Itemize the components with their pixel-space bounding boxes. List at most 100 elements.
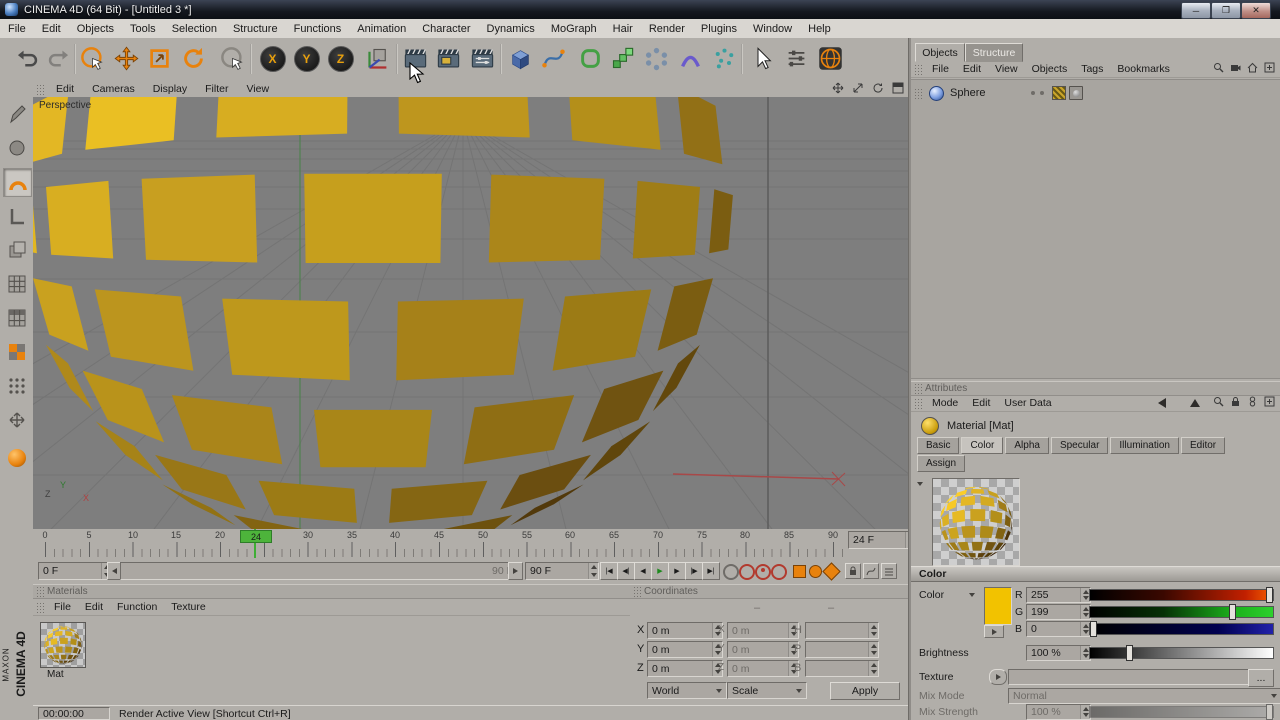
slider-knob[interactable] — [1266, 587, 1273, 603]
brush-tool-icon[interactable] — [3, 134, 30, 161]
menu-animation[interactable]: Animation — [349, 19, 414, 38]
tab-structure[interactable]: Structure — [965, 43, 1023, 62]
history-back-icon[interactable] — [1158, 398, 1166, 408]
viewport-rotate-icon[interactable] — [872, 82, 884, 97]
lock-icon[interactable] — [1230, 396, 1241, 410]
attr-menu-userdata[interactable]: User Data — [997, 395, 1058, 411]
layers-icon[interactable] — [3, 236, 30, 263]
viewport-menu-display[interactable]: Display — [144, 81, 196, 97]
particles-icon[interactable] — [707, 41, 742, 76]
render-to-picture-viewer-icon[interactable] — [431, 41, 466, 76]
om-menu-edit[interactable]: Edit — [956, 61, 988, 77]
dot-matrix-icon[interactable] — [3, 372, 30, 399]
menu-window[interactable]: Window — [745, 19, 800, 38]
new-panel-icon[interactable] — [1264, 396, 1275, 410]
tab-assign[interactable]: Assign — [917, 455, 966, 472]
minimize-button[interactable]: ─ — [1181, 2, 1211, 19]
coord-rotation-h-field[interactable] — [805, 622, 879, 639]
viewport-menu-filter[interactable]: Filter — [196, 81, 237, 97]
viewport-label[interactable]: Perspective — [39, 100, 91, 111]
tab-editor[interactable]: Editor — [1181, 437, 1226, 454]
goto-start-button[interactable]: |◀ — [600, 562, 618, 580]
menu-render[interactable]: Render — [641, 19, 693, 38]
home-icon[interactable] — [1247, 62, 1258, 76]
viewport-menu-cameras[interactable]: Cameras — [83, 81, 144, 97]
previous-key-button[interactable]: ◀| — [617, 562, 635, 580]
corner-spline-icon[interactable] — [3, 202, 30, 229]
object-row-sphere[interactable]: Sphere — [911, 85, 1280, 101]
key-rotation-icon[interactable] — [822, 562, 841, 581]
texture-tag-icon[interactable] — [1052, 86, 1067, 100]
undo-icon[interactable] — [10, 41, 45, 76]
sphere-object-icon[interactable] — [929, 85, 944, 101]
mix-mode-dropdown[interactable]: Normal — [1008, 688, 1280, 704]
viewport-zoom-icon[interactable] — [852, 82, 864, 97]
autokey-icon[interactable] — [755, 564, 771, 580]
om-menu-objects[interactable]: Objects — [1025, 61, 1075, 77]
key-scale-icon[interactable] — [809, 565, 822, 578]
active-modeling-tool-icon[interactable] — [3, 168, 32, 197]
goto-end-button[interactable]: ▶| — [702, 562, 720, 580]
range-scroll-right-button[interactable] — [508, 562, 523, 580]
key-position-icon[interactable] — [793, 565, 806, 578]
coord-mode-dropdown[interactable]: Scale — [727, 682, 807, 699]
material-thumbnail[interactable] — [40, 622, 86, 668]
last-used-tool-icon[interactable] — [215, 41, 250, 76]
channel-b-field[interactable]: 0 — [1026, 621, 1091, 637]
mix-strength-slider[interactable] — [1089, 704, 1274, 720]
close-button[interactable]: ✕ — [1241, 2, 1271, 19]
object-name[interactable]: Sphere — [950, 87, 985, 99]
rotate-tool-icon[interactable] — [176, 41, 211, 76]
om-menu-view[interactable]: View — [988, 61, 1025, 77]
add-cube-primitive-icon[interactable] — [503, 41, 538, 76]
end-frame-field[interactable]: 90 F — [525, 562, 599, 580]
materials-menu-edit[interactable]: Edit — [78, 599, 110, 615]
spinner[interactable] — [868, 661, 878, 676]
current-frame-field[interactable]: 24 F — [848, 531, 916, 549]
visibility-dot-icon[interactable] — [1031, 91, 1036, 95]
channel-b-slider[interactable] — [1089, 621, 1274, 637]
channel-g-field[interactable]: 199 — [1026, 604, 1091, 620]
link-icon[interactable] — [1247, 396, 1258, 410]
display-settings-icon[interactable] — [779, 41, 814, 76]
drag-grip-icon[interactable] — [914, 87, 922, 99]
grid-array-icon[interactable] — [3, 270, 30, 297]
new-panel-icon[interactable] — [1264, 62, 1275, 76]
om-menu-tags[interactable]: Tags — [1074, 61, 1110, 77]
attr-menu-edit[interactable]: Edit — [965, 395, 997, 411]
drag-grip-icon[interactable] — [36, 601, 44, 613]
content-browser-sphere-icon[interactable] — [3, 444, 30, 471]
live-selection-icon[interactable] — [75, 41, 110, 76]
tab-objects[interactable]: Objects — [915, 43, 965, 62]
coord-size-x-field[interactable]: 0 m — [727, 622, 799, 639]
menu-mograph[interactable]: MoGraph — [543, 19, 605, 38]
pointer-tool-icon[interactable] — [745, 41, 780, 76]
next-frame-button[interactable]: ▶ — [668, 562, 686, 580]
lock-params-icon[interactable] — [845, 563, 861, 579]
mix-strength-field[interactable]: 100 % — [1026, 704, 1091, 720]
channel-r-field[interactable]: 255 — [1026, 587, 1091, 603]
tab-alpha[interactable]: Alpha — [1005, 437, 1049, 454]
spinner[interactable] — [868, 642, 878, 657]
brightness-field[interactable]: 100 % — [1026, 645, 1091, 661]
previous-frame-button[interactable]: ◀ — [634, 562, 652, 580]
search-icon[interactable] — [1213, 62, 1224, 76]
attributes-header[interactable]: Attributes — [911, 381, 1280, 396]
drag-grip-icon[interactable] — [914, 383, 922, 394]
record-snapshot-icon[interactable] — [723, 564, 739, 580]
redo-icon[interactable] — [41, 41, 76, 76]
object-list[interactable]: Sphere — [911, 79, 1280, 379]
end-frame-spinner[interactable] — [588, 563, 598, 579]
deformer-icon[interactable] — [673, 41, 708, 76]
color-swatch[interactable] — [984, 587, 1012, 625]
slider-knob[interactable] — [1126, 645, 1133, 661]
slider-knob[interactable] — [1090, 621, 1097, 637]
drag-grip-icon[interactable] — [914, 397, 922, 409]
material-preview[interactable] — [932, 478, 1020, 566]
menu-functions[interactable]: Functions — [286, 19, 350, 38]
coord-system-dropdown[interactable]: World — [647, 682, 727, 699]
menu-character[interactable]: Character — [414, 19, 478, 38]
drag-grip-icon[interactable] — [914, 63, 922, 75]
record-keyframe-icon[interactable] — [739, 564, 755, 580]
tab-basic[interactable]: Basic — [917, 437, 960, 454]
